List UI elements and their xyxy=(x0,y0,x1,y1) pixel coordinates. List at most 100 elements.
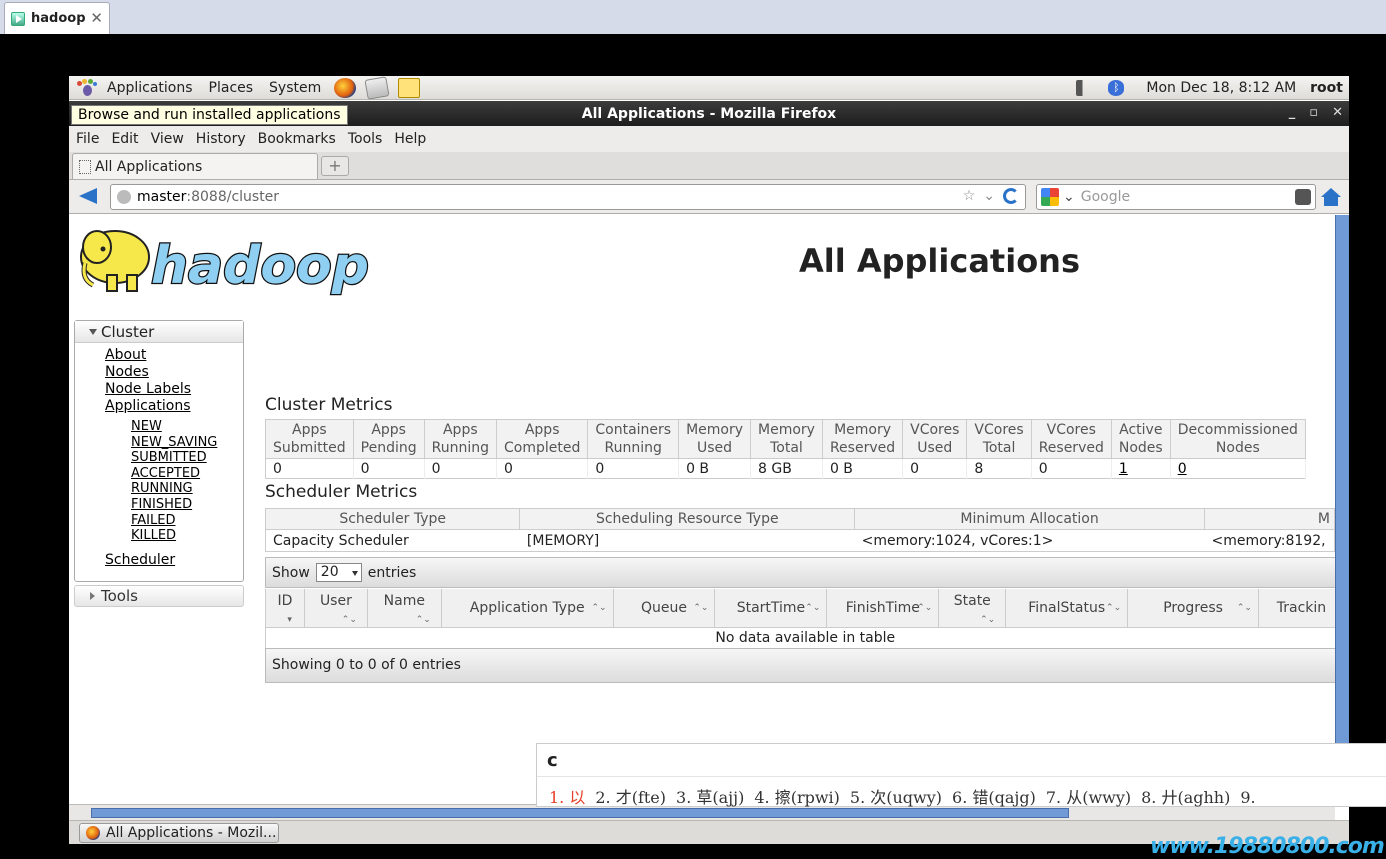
column-header-application-type[interactable]: Application Type ⌃⌄ xyxy=(441,589,614,628)
tab-all-applications[interactable]: All Applications xyxy=(72,153,318,179)
new-tab-button[interactable]: + xyxy=(321,156,349,176)
metrics-value-2: 0 xyxy=(424,458,498,479)
ime-candidate-7[interactable]: 7. 从(wwy) xyxy=(1046,788,1131,807)
ime-candidate-6[interactable]: 6. 错(qajg) xyxy=(952,788,1036,807)
column-header-progress[interactable]: Progress ⌃⌄ xyxy=(1127,589,1259,628)
viewer-tab-close-icon[interactable]: ✕ xyxy=(90,9,103,27)
sort-icon[interactable]: ⌃⌄ xyxy=(342,615,357,625)
volume-icon[interactable] xyxy=(1076,80,1093,96)
ime-candidate-3[interactable]: 3. 草(ajj) xyxy=(676,788,744,807)
state-link-new-saving[interactable]: NEW_SAVING xyxy=(131,435,243,451)
sort-icon[interactable]: ⌃⌄ xyxy=(805,603,820,613)
url-dropdown-icon[interactable]: ⌄ xyxy=(983,188,995,204)
metrics-value-10: 0 xyxy=(1031,458,1112,479)
sidebar-link-about[interactable]: About xyxy=(105,347,243,364)
ime-candidate-1[interactable]: 1. 以 xyxy=(549,788,585,807)
sort-icon[interactable]: ⌃⌄ xyxy=(980,615,995,625)
applications-table: ID ▾ User ⌃⌄ Name ⌃⌄ Application Type ⌃⌄ Queue ⌃⌄… xyxy=(265,589,1335,649)
state-link-new[interactable]: NEW xyxy=(131,419,243,435)
state-link-failed[interactable]: FAILED xyxy=(131,513,243,529)
url-bar[interactable]: master:8088/cluster ☆ ⌄ xyxy=(110,184,1026,210)
decommissioned-nodes-link[interactable]: 0 xyxy=(1178,461,1187,477)
notes-launcher-icon[interactable] xyxy=(398,77,421,98)
sort-icon[interactable]: ⌃⌄ xyxy=(1106,603,1121,613)
search-engine-dropdown-icon[interactable]: ⌄ xyxy=(1063,189,1075,205)
scheduler-metrics-table: Scheduler Type Scheduling Resource Type … xyxy=(265,508,1335,552)
panel-menu-applications[interactable]: Applications xyxy=(99,80,201,96)
apps-table-footer: Showing 0 to 0 of 0 entries xyxy=(265,648,1335,683)
bluetooth-icon[interactable]: ᛒ xyxy=(1108,80,1125,96)
state-link-killed[interactable]: KILLED xyxy=(131,528,243,544)
sort-icon[interactable]: ▾ xyxy=(287,615,292,625)
scheduler-metrics-title: Scheduler Metrics xyxy=(265,482,418,502)
menu-file[interactable]: File xyxy=(69,131,105,147)
ime-candidate-5[interactable]: 5. 次(uqwy) xyxy=(850,788,942,807)
column-header-trackin[interactable]: Trackin xyxy=(1258,589,1335,628)
sort-icon[interactable]: ⌃⌄ xyxy=(693,603,708,613)
menu-help[interactable]: Help xyxy=(388,131,432,147)
home-icon[interactable] xyxy=(1321,188,1341,206)
minimize-icon[interactable]: _ xyxy=(1289,105,1296,120)
panel-user[interactable]: root xyxy=(1310,80,1349,96)
maximize-icon[interactable]: ▫ xyxy=(1309,105,1318,120)
column-header-finalstatus[interactable]: FinalStatus ⌃⌄ xyxy=(1005,589,1129,628)
sort-icon[interactable]: ⌃⌄ xyxy=(917,603,932,613)
sort-icon[interactable]: ⌃⌄ xyxy=(592,603,607,613)
panel-clock[interactable]: Mon Dec 18, 8:12 AM xyxy=(1132,80,1310,96)
menu-tools[interactable]: Tools xyxy=(342,131,389,147)
gnome-foot-icon[interactable] xyxy=(77,78,97,97)
column-header-queue[interactable]: Queue ⌃⌄ xyxy=(613,589,716,628)
sidebar-tools-header[interactable]: Tools xyxy=(74,585,244,607)
ime-candidate-9[interactable]: 9. xyxy=(1240,788,1255,807)
mail-launcher-icon[interactable] xyxy=(364,76,390,100)
firefox-launcher-icon[interactable] xyxy=(334,77,357,98)
menu-edit[interactable]: Edit xyxy=(105,131,144,147)
viewer-tab-hadoop[interactable]: hadoop ✕ xyxy=(4,2,110,34)
sort-icon[interactable]: ⌃⌄ xyxy=(416,615,431,625)
sidebar-link-applications[interactable]: Applications xyxy=(105,398,243,415)
state-link-submitted[interactable]: SUBMITTED xyxy=(131,450,243,466)
page-size-select[interactable]: 20 xyxy=(315,563,362,582)
column-header-id[interactable]: ID ▾ xyxy=(265,589,305,628)
menu-history[interactable]: History xyxy=(190,131,252,147)
vertical-scrollbar[interactable] xyxy=(1335,215,1349,804)
column-header-finishtime[interactable]: FinishTime ⌃⌄ xyxy=(826,589,940,628)
column-header-starttime[interactable]: StartTime ⌃⌄ xyxy=(714,589,828,628)
back-arrow-icon[interactable] xyxy=(77,186,99,206)
metrics-header-10: VCores Reserved xyxy=(1031,419,1112,459)
state-link-finished[interactable]: FINISHED xyxy=(131,497,243,513)
active-nodes-link[interactable]: 1 xyxy=(1119,461,1128,477)
menu-view[interactable]: View xyxy=(145,131,190,147)
ime-candidate-4[interactable]: 4. 擦(rpwi) xyxy=(754,788,840,807)
column-header-user[interactable]: User ⌃⌄ xyxy=(304,589,368,628)
menu-bookmarks[interactable]: Bookmarks xyxy=(252,131,342,147)
binoculars-search-icon[interactable] xyxy=(1295,189,1311,205)
sidebar-link-scheduler[interactable]: Scheduler xyxy=(105,552,243,569)
metrics-value-12[interactable]: 0 xyxy=(1170,458,1306,479)
sidebar-link-node-labels[interactable]: Node Labels xyxy=(105,381,243,398)
reload-icon[interactable] xyxy=(1003,188,1019,204)
search-bar[interactable]: ⌄ Google xyxy=(1036,184,1316,210)
metrics-value-11[interactable]: 1 xyxy=(1111,458,1171,479)
column-header-state[interactable]: State ⌃⌄ xyxy=(938,589,1007,628)
search-placeholder: Google xyxy=(1080,189,1131,205)
close-window-icon[interactable]: ✕ xyxy=(1332,105,1343,120)
google-engine-icon[interactable] xyxy=(1041,188,1059,206)
sort-icon[interactable]: ⌃⌄ xyxy=(1237,603,1252,613)
column-header-name[interactable]: Name ⌃⌄ xyxy=(367,589,442,628)
horizontal-scroll-thumb[interactable] xyxy=(91,808,1069,818)
state-link-accepted[interactable]: ACCEPTED xyxy=(131,466,243,482)
page-content: hadoop All Applications Cluster About No… xyxy=(69,215,1335,804)
metrics-header-0: Apps Submitted xyxy=(265,419,354,459)
bookmark-star-icon[interactable]: ☆ xyxy=(963,188,976,204)
panel-menu-places[interactable]: Places xyxy=(201,80,262,96)
ime-candidate-2[interactable]: 2. 才(fte) xyxy=(595,788,666,807)
metrics-value-0: 0 xyxy=(265,458,354,479)
metrics-value-6: 8 GB xyxy=(750,458,823,479)
taskbar-firefox-item[interactable]: All Applications - Mozil... xyxy=(79,823,279,843)
sidebar-link-nodes[interactable]: Nodes xyxy=(105,364,243,381)
ime-candidate-8[interactable]: 8. 廾(aghh) xyxy=(1141,788,1230,807)
state-link-running[interactable]: RUNNING xyxy=(131,481,243,497)
sidebar-cluster-header[interactable]: Cluster xyxy=(75,321,243,343)
panel-menu-system[interactable]: System xyxy=(261,80,329,96)
